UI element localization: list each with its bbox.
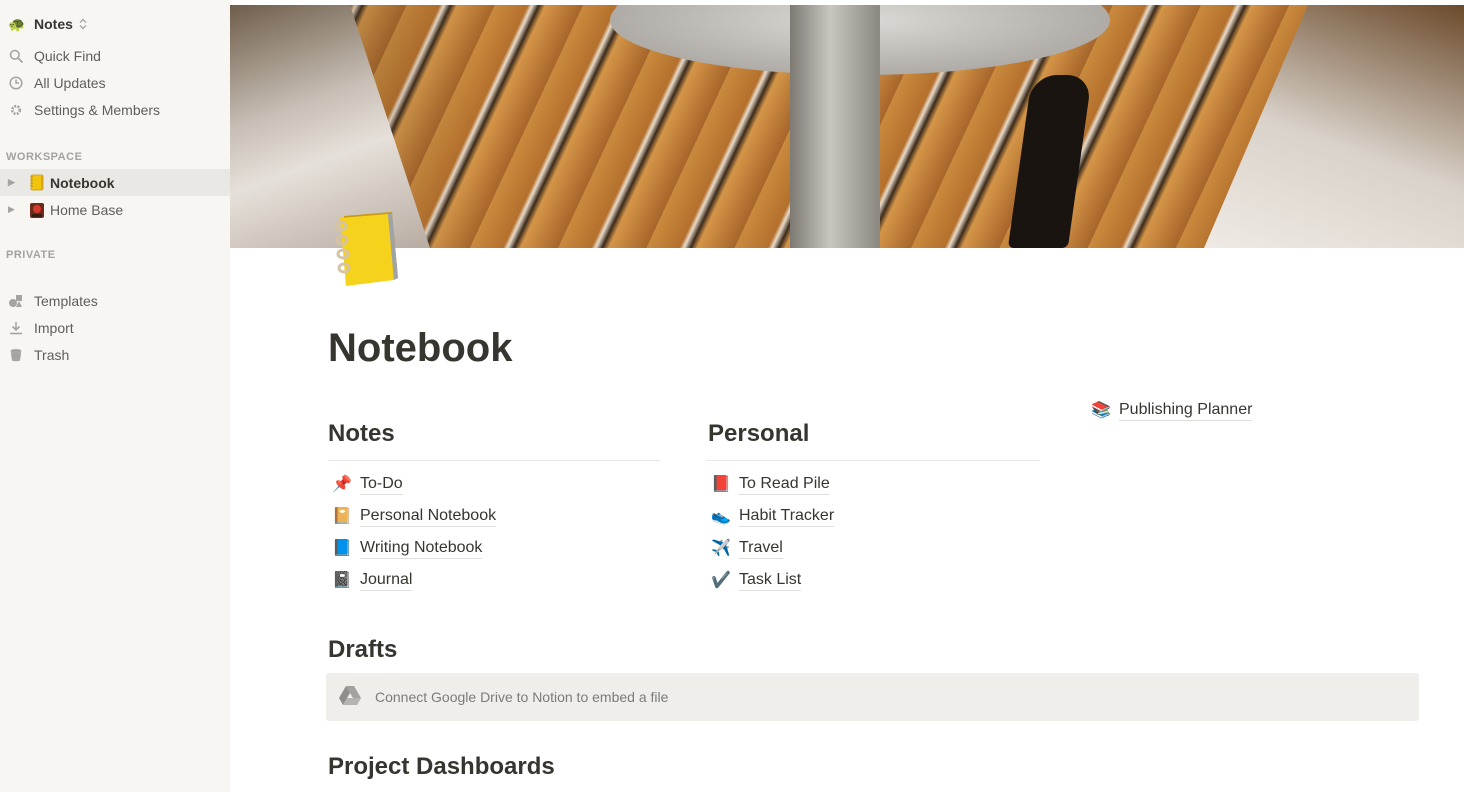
page-label: Home Base (50, 201, 124, 218)
page-link-text: Travel (739, 538, 783, 559)
nav-all-updates[interactable]: All Updates (0, 69, 230, 96)
red-book-icon: 📕 (711, 476, 731, 493)
page-link-personal-notebook[interactable]: 📔 Personal Notebook (332, 503, 497, 529)
workspace-section-label: WORKSPACE (6, 151, 83, 163)
airplane-icon: ✈️ (711, 540, 731, 557)
page-link-text: Writing Notebook (360, 538, 483, 559)
page-link-text: To Read Pile (739, 474, 830, 495)
blue-book-icon: 📘 (332, 540, 352, 557)
notebook-page-icon[interactable] (330, 208, 406, 288)
sidebar: 🐢 Notes Quick Find All Updates Settings … (0, 0, 230, 792)
nav-label: Trash (34, 346, 70, 363)
page-link-travel[interactable]: ✈️ Travel (711, 535, 783, 561)
page-link-task-list[interactable]: ✔️ Task List (711, 567, 802, 593)
page-link-journal[interactable]: 📓 Journal (332, 567, 413, 593)
check-mark-icon: ✔️ (711, 572, 731, 589)
personal-heading[interactable]: Personal (708, 418, 809, 450)
page-title[interactable]: Notebook (328, 322, 512, 374)
nav-import[interactable]: Import (0, 314, 230, 341)
project-dashboards-heading[interactable]: Project Dashboards (328, 751, 555, 783)
expand-toggle-icon[interactable]: ▶ (8, 204, 20, 215)
notes-heading[interactable]: Notes (328, 418, 395, 450)
page-link-habit-tracker[interactable]: 👟 Habit Tracker (711, 503, 835, 529)
nav-label: Quick Find (34, 47, 101, 64)
embed-prompt-text: Connect Google Drive to Notion to embed … (375, 689, 669, 705)
page-link-publishing-planner[interactable]: 📚 Publishing Planner (1091, 397, 1253, 423)
chevron-updown-icon (79, 18, 87, 30)
sidebar-page-notebook[interactable]: ▶ Notebook (0, 169, 230, 196)
google-drive-icon (338, 685, 362, 709)
nav-label: Templates (34, 292, 98, 309)
nav-trash[interactable]: Trash (0, 341, 230, 368)
nav-settings-members[interactable]: Settings & Members (0, 96, 230, 123)
trash-icon (8, 347, 24, 363)
clock-icon (8, 75, 24, 91)
nav-quick-find[interactable]: Quick Find (0, 42, 230, 69)
search-icon (8, 48, 24, 64)
page-link-text: Personal Notebook (360, 506, 497, 527)
workspace-name: Notes (34, 16, 73, 32)
nav-label: Settings & Members (34, 101, 161, 118)
page-link-to-do[interactable]: 📌 To-Do (332, 471, 403, 497)
page-link-text: Journal (360, 570, 413, 591)
page-link-text: To-Do (360, 474, 403, 495)
turtle-icon: 🐢 (8, 16, 26, 32)
page-link-text: Task List (739, 570, 802, 591)
nav-label: All Updates (34, 74, 106, 91)
pushpin-icon: 📌 (332, 476, 352, 493)
page-link-to-read-pile[interactable]: 📕 To Read Pile (711, 471, 830, 497)
notebook-icon (28, 174, 46, 192)
books-icon: 📚 (1091, 402, 1111, 419)
gear-icon (8, 102, 24, 118)
page-cover-image[interactable] (230, 5, 1464, 248)
private-section-label: PRIVATE (6, 249, 56, 261)
sidebar-page-home-base[interactable]: ▶ Home Base (0, 196, 230, 223)
google-drive-embed[interactable]: Connect Google Drive to Notion to embed … (326, 673, 1419, 721)
workspace-switcher[interactable]: 🐢 Notes (0, 12, 230, 36)
page-link-text: Habit Tracker (739, 506, 835, 527)
notebook-decorative-cover-icon: 📔 (332, 508, 352, 525)
download-icon (8, 320, 24, 336)
notebook-icon: 📓 (332, 572, 352, 589)
sneaker-icon: 👟 (711, 508, 731, 525)
drafts-heading[interactable]: Drafts (328, 634, 397, 666)
page-link-writing-notebook[interactable]: 📘 Writing Notebook (332, 535, 483, 561)
nav-label: Import (34, 319, 74, 336)
notes-divider (328, 460, 660, 461)
templates-icon (8, 293, 24, 309)
page-link-text: Publishing Planner (1119, 400, 1253, 421)
page-label: Notebook (50, 174, 115, 191)
home-base-icon (28, 201, 46, 219)
expand-toggle-icon[interactable]: ▶ (8, 177, 20, 188)
nav-templates[interactable]: Templates (0, 287, 230, 314)
personal-divider (706, 460, 1040, 461)
